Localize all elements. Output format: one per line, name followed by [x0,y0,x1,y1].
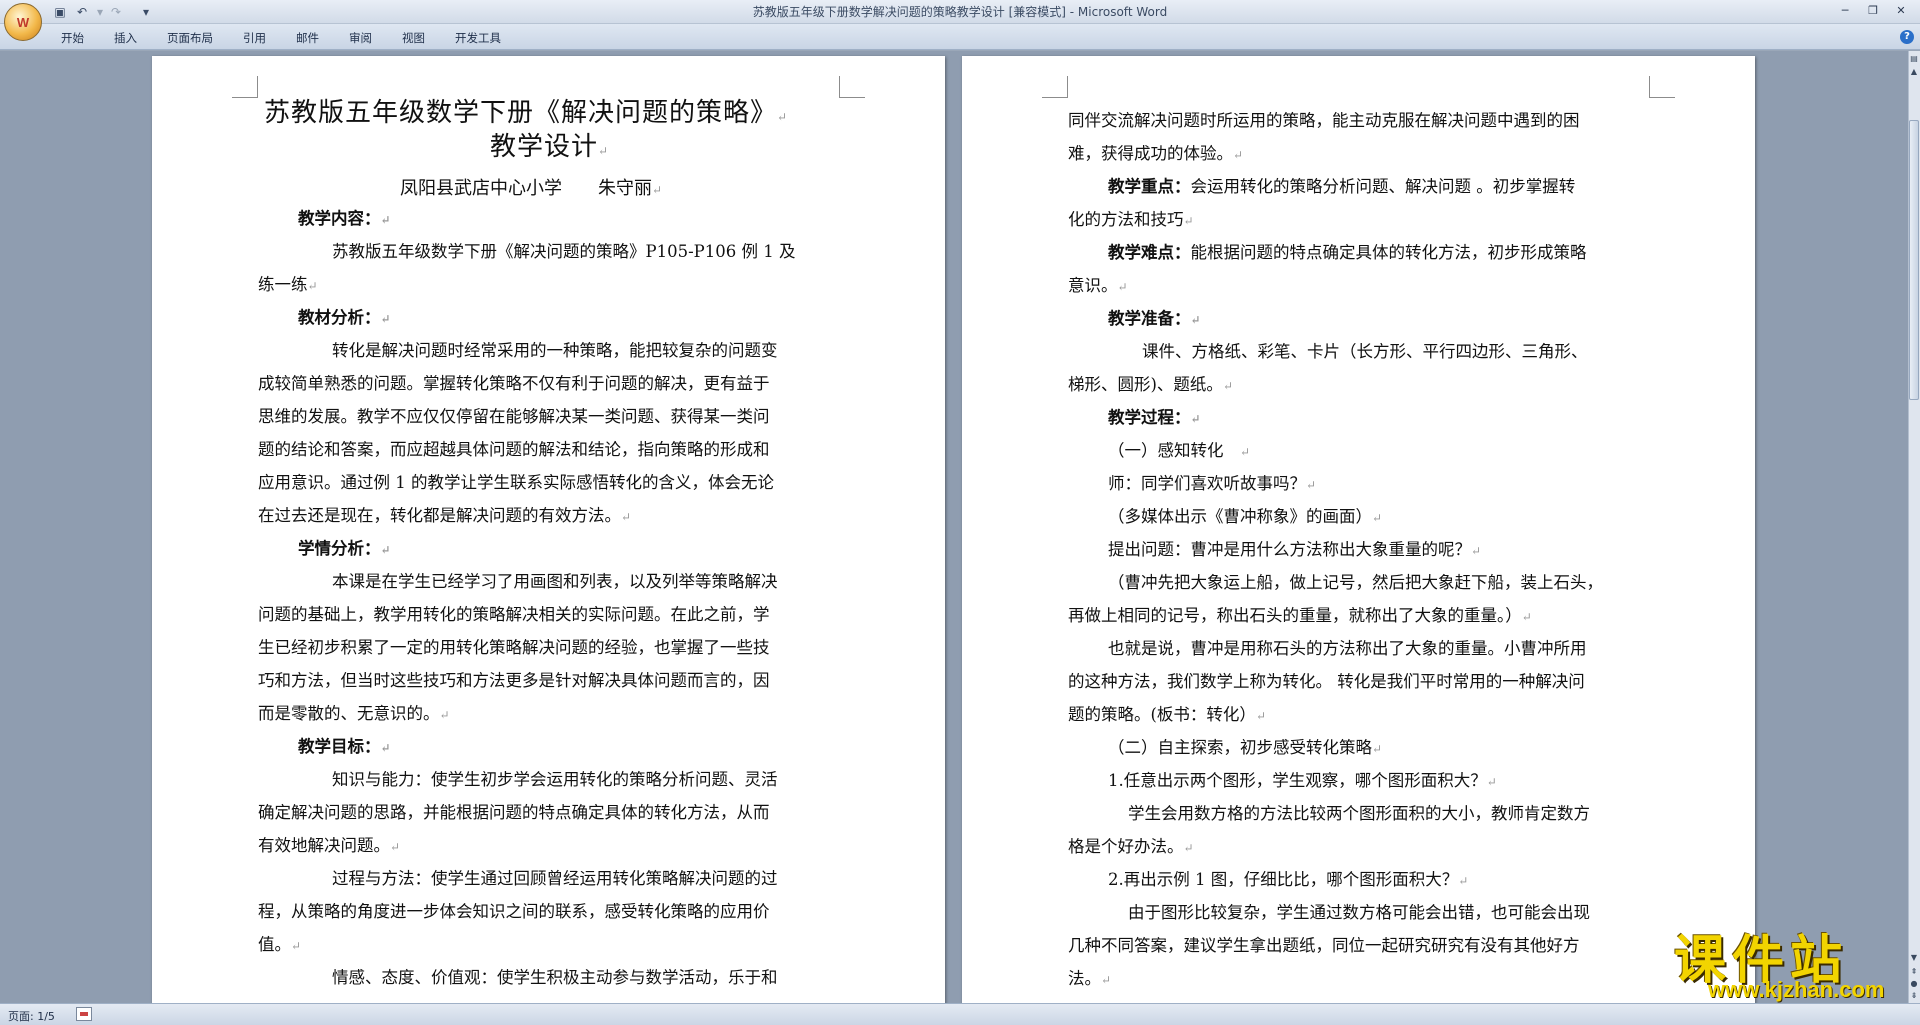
paragraph-line: 同伴交流解决问题时所运用的策略，能主动克服在解决问题中遇到的困 [1068,111,1580,130]
paragraph-line: 值。↵ [258,935,302,954]
document-workspace[interactable]: 苏教版五年级数学下册《解决问题的策略》↵ 教学设计↵ 凤阳县武店中心小学 朱守丽… [0,51,1908,1003]
tab-view[interactable]: 视图 [402,30,425,46]
margin-corner-mark [839,76,865,98]
heading-preparation: 教学准备：↵ [1108,309,1201,328]
paragraph-line: （曹冲先把大象运上船，做上记号，然后把大象赶下船，装上石头， [1108,573,1603,592]
paragraph-line: 情感、态度、价值观：使学生积极主动参与数学活动，乐于和 [332,968,778,987]
paragraph-line: （二）自主探索，初步感受转化策略↵ [1108,738,1383,757]
window-title: 苏教版五年级下册数学解决问题的策略教学设计 [兼容模式] - Microsoft… [752,5,1168,19]
heading-students: 学情分析：↵ [298,539,391,558]
heading-content: 教学内容：↵ [298,209,391,228]
scrollbar-thumb[interactable] [1909,120,1919,400]
paragraph-line: 练一练↵ [258,275,318,294]
paragraph-line: 应用意识。通过例 1 的教学让学生联系实际感悟转化的含义，体会无论 [258,473,774,492]
paragraph-line: （多媒体出示《曹冲称象》的画面）↵ [1108,507,1383,526]
page-indicator[interactable]: 页面: 1/5 [8,1008,55,1024]
paragraph-line: 有效地解决问题。↵ [258,836,401,855]
watermark-url: www.kjzhan.com [1708,977,1885,1002]
paragraph-line: 法。↵ [1068,969,1112,988]
paragraph-line: 程，从策略的角度进一步体会知识之间的联系，感受转化策略的应用价 [258,902,770,921]
paragraph-line: 问题的基础上，教学用转化的策略解决相关的实际问题。在此之前，学 [258,605,770,624]
previous-page-icon[interactable]: ⇞ [1909,966,1919,978]
document-page-1[interactable]: 苏教版五年级数学下册《解决问题的策略》↵ 教学设计↵ 凤阳县武店中心小学 朱守丽… [152,56,945,1003]
paragraph-line: 过程与方法：使学生通过回顾曾经运用转化策略解决问题的过 [332,869,778,888]
paragraph-line: 梯形、圆形)、题纸。↵ [1068,375,1233,394]
scroll-down-icon[interactable]: ▼ [1909,952,1919,964]
tab-home[interactable]: 开始 [61,30,84,46]
paragraph-line: 学生会用数方格的方法比较两个图形面积的大小，教师肯定数方 [1128,804,1590,823]
paragraph-line: 苏教版五年级数学下册《解决问题的策略》P105-P106 例 1 及 [332,242,796,261]
paragraph-line: 转化是解决问题时经常采用的一种策略，能把较复杂的问题变 [332,341,778,360]
paragraph-line: 思维的发展。教学不应仅仅停留在能够解决某一类问题、获得某一类问 [258,407,770,426]
paragraph-line: 师：同学们喜欢听故事吗？↵ [1108,474,1317,493]
paragraph-line: 2.再出示例 1 图，仔细比比，哪个图形面积大？↵ [1108,870,1469,889]
paragraph-line: 1.任意出示两个图形，学生观察，哪个图形面积大？↵ [1108,771,1497,790]
paragraph-line: 的这种方法，我们数学上称为转化。 转化是我们平时常用的一种解决问 [1068,672,1585,691]
paragraph-line: 难，获得成功的体验。↵ [1068,144,1244,163]
help-icon[interactable]: ? [1900,30,1914,44]
paragraph-line: 再做上相同的记号，称出石头的重量，就称出了大象的重量。）↵ [1068,606,1532,625]
paragraph-line: 几种不同答案，建议学生拿出题纸，同位一起研究研究有没有其他好方 [1068,936,1580,955]
doc-title-line-1: 苏教版五年级数学下册《解决问题的策略》↵ [264,98,789,128]
paragraph-line: 化的方法和技巧↵ [1068,210,1194,229]
document-page-2[interactable]: 同伴交流解决问题时所运用的策略，能主动克服在解决问题中遇到的困 难，获得成功的体… [962,56,1755,1003]
minimize-button[interactable]: ─ [1834,3,1856,19]
paragraph-line: 由于图形比较复杂，学生通过数方格可能会出错，也可能会出现 [1128,903,1590,922]
paragraph-line: 格是个好办法。↵ [1068,837,1194,856]
macro-record-icon[interactable] [76,1007,92,1021]
paragraph-line: 也就是说，曹冲是用称石头的方法称出了大象的重量。小曹冲所用 [1108,639,1587,658]
heading-goals: 教学目标：↵ [298,737,391,756]
maximize-button[interactable]: ❐ [1862,3,1884,19]
paragraph-line: 题的结论和答案，而应超越具体问题的解法和结论，指向策略的形成和 [258,440,770,459]
tab-page-layout[interactable]: 页面布局 [167,30,213,46]
paragraph-line: 意识。↵ [1068,276,1128,295]
browse-object-icon[interactable]: ● [1909,978,1919,990]
close-button[interactable]: ✕ [1890,3,1912,19]
watermark-logo: 课件站 www.kjzhan.com [1660,920,1908,1003]
title-bar: ▣ ↶ ▾ ↷ ▾ 苏教版五年级下册数学解决问题的策略教学设计 [兼容模式] -… [0,0,1920,24]
margin-corner-mark [1042,76,1068,98]
tab-mailings[interactable]: 邮件 [296,30,319,46]
tab-references[interactable]: 引用 [243,30,266,46]
paragraph-line: 在过去还是现在，转化都是解决问题的有效方法。↵ [258,506,632,525]
next-page-icon[interactable]: ⇟ [1909,990,1919,1002]
doc-title-line-2: 教学设计↵ [490,132,610,162]
margin-corner-mark [232,76,258,98]
paragraph-line: （一）感知转化 ↵ [1108,441,1251,460]
author-line: 凤阳县武店中心小学 朱守丽↵ [400,178,663,199]
paragraph-line: 生已经初步积累了一定的用转化策略解决问题的经验，也掌握了一些技 [258,638,770,657]
tab-review[interactable]: 审阅 [349,30,372,46]
paragraph-line: 确定解决问题的思路，并能根据问题的特点确定具体的转化方法，从而 [258,803,770,822]
ruler-toggle-icon[interactable]: ▤ [1909,53,1919,65]
paragraph-line: 本课是在学生已经学习了用画图和列表，以及列举等策略解决 [332,572,778,591]
paragraph-line: 课件、方格纸、彩笔、卡片（长方形、平行四边形、三角形、 [1142,342,1588,361]
paragraph-line: 成较简单熟悉的问题。掌握转化策略不仅有利于问题的解决，更有益于 [258,374,770,393]
heading-process: 教学过程：↵ [1108,408,1201,427]
key-points-line: 教学重点：会运用转化的策略分析问题、解决问题 。初步掌握转 [1108,177,1576,196]
paragraph-line: 而是零散的、无意识的。↵ [258,704,450,723]
paragraph-line: 题的策略。(板书：转化）↵ [1068,705,1266,724]
paragraph-line: 巧和方法，但当时这些技巧和方法更多是针对解决具体问题而言的，因 [258,671,770,690]
office-logo-icon: W [16,14,30,30]
office-button[interactable]: W [4,3,42,41]
paragraph-line: 知识与能力：使学生初步学会运用转化的策略分析问题、灵活 [332,770,778,789]
tab-insert[interactable]: 插入 [114,30,137,46]
scroll-up-icon[interactable]: ▲ [1909,66,1919,78]
heading-material: 教材分析：↵ [298,308,391,327]
status-bar: 页面: 1/5 [0,1003,1920,1025]
paragraph-line: 提出问题：曹冲是用什么方法称出大象重量的呢？↵ [1108,540,1482,559]
difficulty-line: 教学难点：能根据问题的特点确定具体的转化方法，初步形成策略 [1108,243,1587,262]
ribbon-tabs: 开始 插入 页面布局 引用 邮件 审阅 视图 开发工具 [0,24,1920,50]
tab-developer[interactable]: 开发工具 [455,30,501,46]
margin-corner-mark [1649,76,1675,98]
